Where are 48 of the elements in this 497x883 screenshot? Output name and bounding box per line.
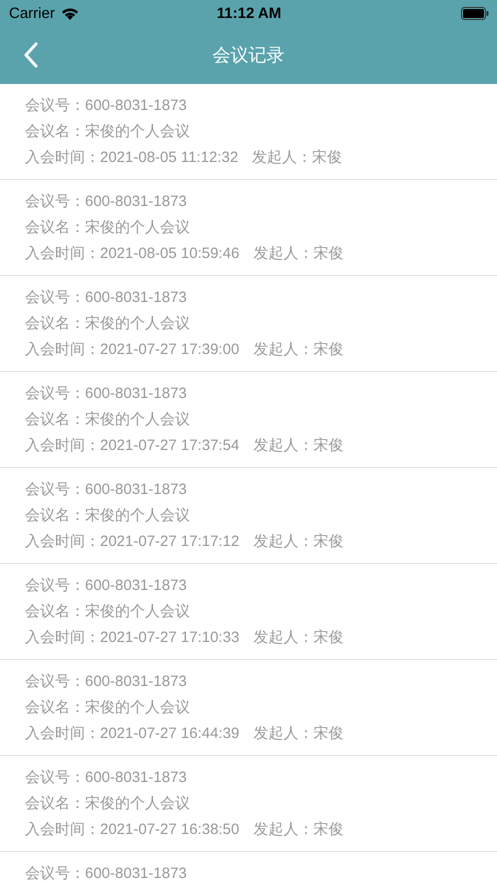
meeting-record[interactable]: 会议号：600-8031-1873 [0, 852, 497, 883]
meeting-name: 会议名：宋俊的个人会议 [25, 506, 191, 526]
meeting-record[interactable]: 会议号：600-8031-1873 会议名：宋俊的个人会议 入会时间：2021-07-27 17:17:12 发起人：宋俊 [0, 468, 497, 564]
meeting-record[interactable]: 会议号：600-8031-1873 会议名：宋俊的个人会议 入会时间：2021-08-05 11:12:32 发起人：宋俊 [0, 84, 497, 180]
meeting-record[interactable]: 会议号：600-8031-1873 会议名：宋俊的个人会议 入会时间：2021-07-27 17:39:00 发起人：宋俊 [0, 276, 497, 372]
initiator: 发起人：宋俊 [253, 724, 344, 744]
meeting-name: 会议名：宋俊的个人会议 [25, 410, 191, 430]
initiator: 发起人：宋俊 [253, 820, 344, 840]
meeting-record[interactable]: 会议号：600-8031-1873 会议名：宋俊的个人会议 入会时间：2021-07-27 17:10:33 发起人：宋俊 [0, 564, 497, 660]
meeting-record[interactable]: 会议号：600-8031-1873 会议名：宋俊的个人会议 入会时间：2021-07-27 16:38:50 发起人：宋俊 [0, 756, 497, 852]
meeting-name: 会议名：宋俊的个人会议 [25, 122, 191, 142]
meeting-number: 会议号：600-8031-1873 [25, 864, 188, 883]
join-time: 入会时间：2021-08-05 11:12:32 [25, 148, 238, 168]
initiator: 发起人：宋俊 [253, 244, 344, 264]
initiator: 发起人：宋俊 [253, 340, 344, 360]
meeting-record[interactable]: 会议号：600-8031-1873 会议名：宋俊的个人会议 入会时间：2021-07-27 17:37:54 发起人：宋俊 [0, 372, 497, 468]
initiator: 发起人：宋俊 [252, 148, 342, 168]
wifi-icon [60, 6, 79, 20]
meeting-number: 会议号：600-8031-1873 [25, 672, 188, 692]
meeting-number: 会议号：600-8031-1873 [25, 384, 188, 404]
meeting-number: 会议号：600-8031-1873 [25, 576, 188, 596]
carrier-label: Carrier [9, 4, 55, 22]
meeting-number: 会议号：600-8031-1873 [25, 480, 188, 500]
join-time: 入会时间：2021-07-27 17:39:00 [25, 340, 240, 360]
join-time: 入会时间：2021-08-05 10:59:46 [25, 244, 240, 264]
meeting-number: 会议号：600-8031-1873 [25, 768, 188, 788]
join-time: 入会时间：2021-07-27 16:38:50 [25, 820, 240, 840]
meeting-number: 会议号：600-8031-1873 [25, 288, 188, 308]
meeting-number: 会议号：600-8031-1873 [25, 96, 188, 116]
meeting-name: 会议名：宋俊的个人会议 [25, 698, 191, 718]
join-time: 入会时间：2021-07-27 17:10:33 [25, 628, 240, 648]
join-time: 入会时间：2021-07-27 16:44:39 [25, 724, 240, 744]
page-title: 会议记录 [212, 44, 284, 67]
initiator: 发起人：宋俊 [253, 628, 344, 648]
meeting-record[interactable]: 会议号：600-8031-1873 会议名：宋俊的个人会议 入会时间：2021-08-05 10:59:46 发起人：宋俊 [0, 180, 497, 276]
meeting-name: 会议名：宋俊的个人会议 [25, 794, 191, 814]
back-icon [24, 42, 38, 68]
battery-icon [460, 6, 489, 20]
join-time: 入会时间：2021-07-27 17:37:54 [25, 436, 240, 456]
meeting-number: 会议号：600-8031-1873 [25, 192, 188, 212]
meeting-name: 会议名：宋俊的个人会议 [25, 602, 191, 622]
meeting-name: 会议名：宋俊的个人会议 [25, 314, 191, 334]
meeting-record[interactable]: 会议号：600-8031-1873 会议名：宋俊的个人会议 入会时间：2021-07-27 16:44:39 发起人：宋俊 [0, 660, 497, 756]
join-time: 入会时间：2021-07-27 17:17:12 [25, 532, 240, 552]
clock-time: 11:12 AM [216, 4, 282, 22]
initiator: 发起人：宋俊 [253, 436, 344, 456]
meeting-name: 会议名：宋俊的个人会议 [25, 218, 191, 238]
initiator: 发起人：宋俊 [253, 532, 344, 552]
